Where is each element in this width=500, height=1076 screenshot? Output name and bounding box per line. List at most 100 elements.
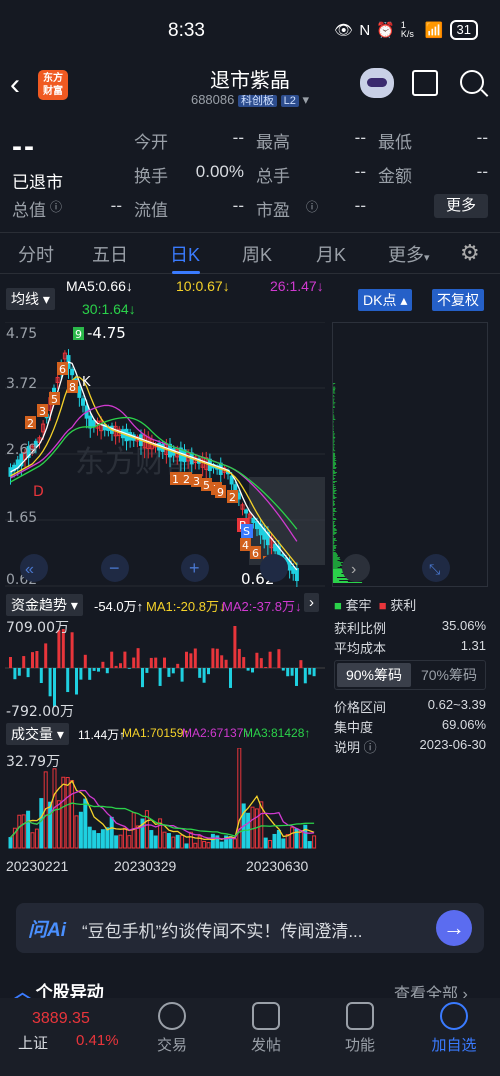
tab-70-chips[interactable]: 70%筹码	[413, 663, 485, 687]
chip-distribution-chart[interactable]: › ⤡	[332, 322, 488, 587]
plus-icon[interactable]: +	[189, 558, 200, 578]
more-button[interactable]: 更多	[434, 194, 488, 218]
chip-bar	[333, 468, 336, 469]
adjust-button[interactable]: 不复权	[432, 289, 484, 311]
index-ticker[interactable]: 3889.35 上证 0.41%	[0, 998, 130, 1076]
chevron-down-icon: ▾	[302, 92, 310, 107]
fund-bar	[246, 668, 250, 671]
chip-bar	[333, 560, 338, 561]
fund-bar	[53, 668, 56, 707]
fund-bar	[145, 668, 149, 673]
volume-bar	[83, 798, 88, 849]
fund-bar	[9, 656, 12, 668]
y-label-2: 3.72	[6, 376, 37, 392]
chip-bar	[333, 564, 342, 565]
chip-bar	[333, 578, 348, 579]
chip-bar	[333, 409, 334, 411]
fund-trend-toggle[interactable]: 资金趋势 ▾	[6, 594, 83, 616]
info-icon[interactable]: ⓘ	[306, 198, 318, 215]
chip-bar	[333, 446, 335, 448]
nav-post[interactable]: 发帖	[226, 1002, 306, 1055]
chip-bar	[333, 502, 335, 503]
chip-bar	[333, 396, 335, 398]
profit-legend-label: 获利	[390, 598, 417, 613]
chip-bar	[333, 537, 334, 538]
fund-bar	[39, 668, 43, 684]
nav-trade[interactable]: 交易	[132, 1002, 212, 1055]
volume-bar	[202, 840, 207, 849]
search-icon[interactable]	[460, 70, 484, 94]
chevron-down-icon: ▾	[424, 252, 430, 264]
expand-icon[interactable]: ⤡	[429, 561, 440, 577]
share-icon[interactable]	[412, 70, 438, 96]
chip-bar	[333, 390, 335, 392]
chip-bar	[333, 411, 334, 413]
chip-bar	[333, 562, 344, 563]
nav-functions[interactable]: 功能	[320, 1002, 400, 1055]
nav-add-watchlist[interactable]: 加自选	[414, 1002, 494, 1055]
chip-bar	[333, 547, 337, 548]
tab-monthly-k[interactable]: 月K	[316, 241, 346, 267]
chip-bar	[333, 457, 335, 458]
y-label-top: 4.75	[6, 326, 37, 342]
scroll-right-button[interactable]	[260, 554, 288, 582]
dk-point-button[interactable]: DK点 ▴	[358, 289, 413, 311]
gear-icon[interactable]: ⚙	[460, 240, 480, 266]
fund-trend-chart[interactable]: 709.00万 -792.00万	[5, 618, 325, 718]
tab-daily-k[interactable]: 日K	[170, 241, 200, 267]
marker-d: D	[33, 484, 44, 500]
info-icon[interactable]: ⓘ	[50, 198, 62, 215]
chip-bar	[333, 441, 335, 443]
minus-icon[interactable]: −	[109, 558, 120, 578]
kline-chart[interactable]: 东方财富 2 3 5 6 8 9 1 2 3 5 7 9 2 4 6 9 D K…	[5, 322, 325, 587]
chip-bar	[333, 504, 336, 505]
chevron-right-icon[interactable]: ›	[351, 561, 356, 578]
fund-expand-button[interactable]: ›	[304, 593, 319, 612]
chip-bar	[333, 518, 336, 519]
volume-ma2: MA2:67137↑	[182, 726, 250, 740]
alarm-icon: ⏰	[376, 22, 395, 39]
fund-bar	[264, 666, 268, 668]
fund-ma2: MA2:-37.8万↓	[222, 599, 302, 614]
fund-bar	[97, 668, 100, 672]
fund-bar	[277, 649, 281, 668]
double-chevron-left-icon[interactable]: «	[25, 561, 34, 578]
volume-bar	[175, 834, 180, 849]
tab-weekly-k[interactable]: 周K	[242, 241, 272, 267]
volume-bar	[136, 825, 141, 849]
svg-text:4: 4	[242, 539, 249, 552]
tab-five-day[interactable]: 五日	[92, 241, 128, 267]
svg-text:8: 8	[69, 381, 76, 394]
robot-assistant-icon[interactable]	[360, 68, 394, 98]
tab-90-chips[interactable]: 90%筹码	[337, 663, 411, 687]
info-icon[interactable]: ⓘ	[364, 740, 377, 755]
tab-timeshare[interactable]: 分时	[18, 241, 54, 267]
ai-news-bar[interactable]: 问Ai “豆包手机”约谈传闻不实！传闻澄清... →	[16, 903, 484, 953]
grid-icon	[346, 1002, 374, 1030]
chip-bar	[333, 557, 340, 558]
tab-more[interactable]: 更多▾	[388, 241, 430, 267]
arrow-right-icon[interactable]: →	[436, 910, 472, 946]
volume-chart[interactable]: 32.79万	[5, 748, 325, 850]
price-range-label: 价格区间	[334, 700, 387, 715]
chip-bar	[333, 477, 334, 478]
battery-icon: 31	[449, 20, 478, 40]
note-label[interactable]: 说明 ⓘ	[334, 737, 377, 756]
concentration-value: 69.06%	[441, 717, 486, 732]
chip-bar	[333, 505, 335, 506]
chip-bar	[333, 522, 335, 523]
ma-toggle[interactable]: 均线 ▾	[6, 288, 55, 310]
volume-bar	[303, 824, 308, 849]
chip-bar	[333, 548, 336, 549]
chip-bar	[333, 439, 334, 441]
date-label-end: 20230630	[246, 858, 309, 874]
chip-bar	[333, 421, 334, 423]
volume-toggle[interactable]: 成交量 ▾	[6, 723, 69, 745]
volume-bar	[193, 842, 198, 849]
chip-bar	[333, 558, 340, 559]
high-label: 最高	[256, 133, 290, 152]
volume-bar	[48, 801, 53, 849]
pe-value: --	[354, 196, 366, 215]
volume-bar	[149, 830, 154, 849]
chip-bar	[333, 529, 337, 530]
